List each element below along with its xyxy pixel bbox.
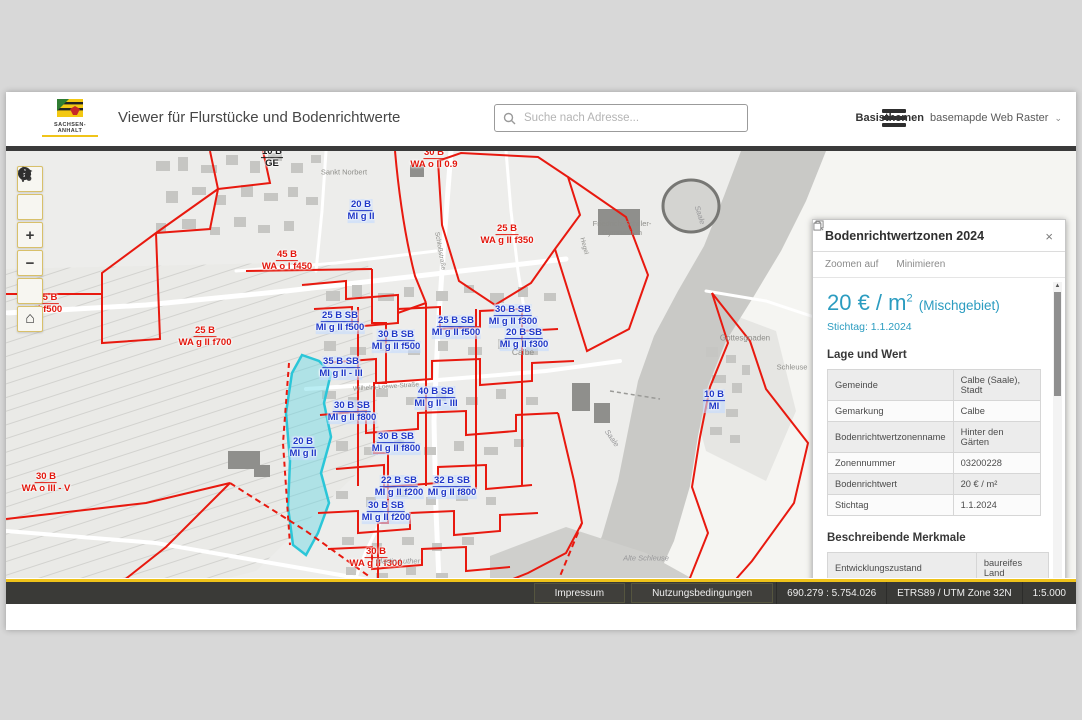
basemap-value: basemapde Web Raster bbox=[930, 112, 1048, 124]
statusbar-button-impressum[interactable]: Impressum bbox=[534, 583, 625, 603]
stadium bbox=[663, 180, 719, 232]
attribute-value: Calbe (Saale), Stadt bbox=[953, 370, 1040, 401]
attribute-key: Stichtag bbox=[828, 495, 954, 516]
page-title: Viewer für Flurstücke und Bodenrichtwert… bbox=[118, 109, 400, 126]
attribute-key: Bodenrichtwertzonenname bbox=[828, 422, 954, 453]
minimize-window-icon bbox=[813, 220, 824, 231]
address-search bbox=[494, 104, 748, 132]
statusbar-info: 1:5.000 bbox=[1022, 582, 1076, 604]
panel-scrollbar[interactable]: ▲ ▼ bbox=[1053, 282, 1062, 604]
plus-icon: + bbox=[26, 227, 35, 244]
statusbar-info: ETRS89 / UTM Zone 32N bbox=[886, 582, 1021, 604]
minimize-action[interactable]: Minimieren bbox=[896, 259, 945, 270]
search-input[interactable] bbox=[522, 111, 739, 125]
section-heading: Beschreibende Merkmale bbox=[827, 532, 1041, 544]
app-window: SACHSEN-ANHALT Viewer für Flurstücke und… bbox=[6, 92, 1076, 630]
home-icon: ⌂ bbox=[25, 310, 35, 328]
selected-zone-polygon[interactable] bbox=[286, 355, 331, 555]
zoom-out-button[interactable]: − bbox=[17, 250, 43, 276]
statusbar-info: 690.279 : 5.754.026 bbox=[776, 582, 886, 604]
info-panel: Bodenrichtwertzonen 2024 × Zoomen auf Mi… bbox=[812, 219, 1066, 604]
panel-content: 20 € / m2 (Mischgebiet) Stichtag: 1.1.20… bbox=[813, 278, 1065, 604]
attribute-key: Gemeinde bbox=[828, 370, 954, 401]
stichtag-line: Stichtag: 1.1.2024 bbox=[827, 321, 1041, 333]
attribute-value: 20 € / m² bbox=[953, 474, 1040, 495]
scrollbar-thumb[interactable] bbox=[1054, 292, 1061, 396]
logo-caption: SACHSEN-ANHALT bbox=[42, 122, 98, 137]
minus-icon: − bbox=[26, 255, 35, 272]
attribute-value: 03200228 bbox=[953, 453, 1040, 474]
zoom-to-label: Zoomen auf bbox=[825, 259, 878, 270]
attribute-value: Hinter den Gärten bbox=[953, 422, 1040, 453]
basisthemen-label: Basisthemen bbox=[856, 112, 924, 124]
zoom-in-button[interactable]: + bbox=[17, 222, 43, 248]
status-bar: Impressum Nutzungsbedingungen690.279 : 5.… bbox=[6, 578, 1076, 604]
table-row: GemeindeCalbe (Saale), Stadt bbox=[828, 370, 1041, 401]
attribute-key: Bodenrichtwert bbox=[828, 474, 954, 495]
attribute-key: Gemarkung bbox=[828, 401, 954, 422]
attribute-key: Zonennummer bbox=[828, 453, 954, 474]
compass-button[interactable] bbox=[17, 278, 43, 304]
screen-background: SACHSEN-ANHALT Viewer für Flurstücke und… bbox=[0, 0, 1082, 720]
table-row: Zonennummer03200228 bbox=[828, 453, 1041, 474]
statusbar-button-nutzungsbedingungen[interactable]: Nutzungsbedingungen bbox=[631, 583, 773, 603]
attribute-sections: Lage und Wert GemeindeCalbe (Saale), Stad… bbox=[827, 349, 1041, 604]
search-icon bbox=[503, 112, 516, 125]
close-icon[interactable]: × bbox=[1045, 230, 1053, 243]
zoom-to-action[interactable]: Zoomen auf bbox=[825, 259, 878, 270]
compass-needle-icon bbox=[17, 166, 29, 182]
map-toolbar: + − ⌂ bbox=[17, 166, 43, 334]
table-row: Bodenrichtwert20 € / m² bbox=[828, 474, 1041, 495]
panel-title: Bodenrichtwertzonen 2024 bbox=[825, 229, 984, 243]
app-header: SACHSEN-ANHALT Viewer für Flurstücke und… bbox=[6, 92, 1076, 146]
attribute-table: GemeindeCalbe (Saale), StadtGemarkungCal… bbox=[827, 369, 1041, 516]
minimize-label: Minimieren bbox=[896, 259, 945, 270]
sachsen-anhalt-logo: SACHSEN-ANHALT bbox=[42, 99, 98, 137]
home-button[interactable]: ⌂ bbox=[17, 306, 43, 332]
church-sankt-norbert bbox=[410, 165, 424, 177]
table-row: BodenrichtwertzonennameHinter den Gärten bbox=[828, 422, 1041, 453]
info-button[interactable] bbox=[17, 194, 43, 220]
table-row: Stichtag1.1.2024 bbox=[828, 495, 1041, 516]
section-heading: Lage und Wert bbox=[827, 349, 1041, 361]
bodenrichtwert-value: 20 € / m2 (Mischgebiet) bbox=[827, 290, 1041, 316]
coat-of-arms-icon bbox=[57, 99, 83, 117]
chevron-down-icon: ⌄ bbox=[1054, 113, 1062, 124]
scroll-up-icon[interactable]: ▲ bbox=[1053, 282, 1062, 290]
attribute-value: 1.1.2024 bbox=[953, 495, 1040, 516]
basemap-selector[interactable]: Basisthemen basemapde Web Raster ⌄ bbox=[856, 112, 1062, 124]
table-row: GemarkungCalbe bbox=[828, 401, 1041, 422]
attribute-value: Calbe bbox=[953, 401, 1040, 422]
map-canvas[interactable]: 10 BGE30 BWA o II 0.945 BWA o I f45025 B… bbox=[6, 151, 1076, 604]
